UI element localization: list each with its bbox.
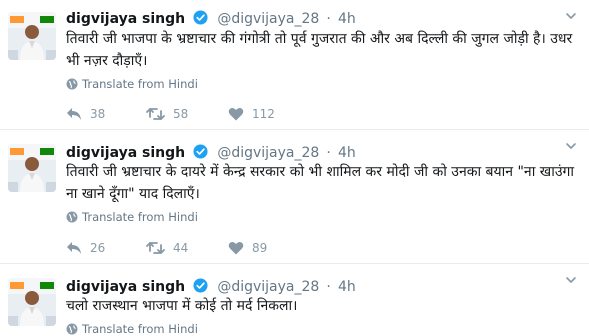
timeline: digvijaya singh @digvijaya_28 · 4h तिवार… <box>0 0 589 336</box>
verified-badge-icon <box>193 10 208 25</box>
chevron-down-icon[interactable] <box>565 10 577 22</box>
tweet-header: digvijaya singh @digvijaya_28 · 4h <box>66 142 356 162</box>
reply-button[interactable]: 38 <box>66 104 105 124</box>
retweet-button[interactable]: 58 <box>146 104 188 124</box>
author-handle[interactable]: @digvijaya_28 <box>217 279 319 295</box>
avatar-image <box>8 144 56 192</box>
translate-label: Translate from Hindi <box>82 322 198 336</box>
separator-dot: · <box>326 279 331 295</box>
tweet[interactable]: digvijaya singh @digvijaya_28 · 4h तिवार… <box>0 130 589 264</box>
timestamp[interactable]: 4h <box>338 145 356 161</box>
like-count: 89 <box>252 241 268 255</box>
author-handle[interactable]: @digvijaya_28 <box>217 145 319 161</box>
tweet-header: digvijaya singh @digvijaya_28 · 4h <box>66 276 356 296</box>
like-count: 112 <box>252 107 275 121</box>
heart-icon <box>228 107 244 121</box>
tweet-text: तिवारी जी भ्रष्टाचार के दायरे में केन्द्… <box>66 164 575 202</box>
tweet-text: चलो राजस्थान भाजपा में कोई तो मर्द निकला… <box>66 298 298 314</box>
like-button[interactable]: 89 <box>228 238 267 258</box>
author-handle[interactable]: @digvijaya_28 <box>217 11 319 27</box>
translate-label: Translate from Hindi <box>82 210 198 224</box>
author-name[interactable]: digvijaya singh <box>66 145 185 161</box>
reply-icon <box>67 108 81 120</box>
tweet-text: तिवारी जी भाजपा के भ्रष्टाचार की गंगोत्र… <box>66 31 573 69</box>
avatar-image <box>8 278 56 326</box>
timestamp[interactable]: 4h <box>338 11 356 27</box>
verified-badge-icon <box>193 278 208 293</box>
translate-link[interactable]: Translate from Hindi <box>66 210 198 224</box>
globe-icon <box>66 323 78 335</box>
avatar-image <box>8 12 56 60</box>
avatar[interactable] <box>8 144 56 192</box>
chevron-down-icon[interactable] <box>565 140 577 152</box>
tweet[interactable]: digvijaya singh @digvijaya_28 · 4h चलो र… <box>0 264 589 336</box>
author-name[interactable]: digvijaya singh <box>66 279 185 295</box>
tweet-header: digvijaya singh @digvijaya_28 · 4h <box>66 8 356 28</box>
author-name[interactable]: digvijaya singh <box>66 11 185 27</box>
reply-icon <box>67 242 81 254</box>
avatar[interactable] <box>8 12 56 60</box>
tweet[interactable]: digvijaya singh @digvijaya_28 · 4h तिवार… <box>0 0 589 130</box>
reply-button[interactable]: 26 <box>66 238 105 258</box>
reply-count: 38 <box>90 107 106 121</box>
verified-badge-icon <box>193 144 208 159</box>
retweet-count: 44 <box>173 241 189 255</box>
avatar[interactable] <box>8 278 56 326</box>
reply-count: 26 <box>90 241 106 255</box>
timestamp[interactable]: 4h <box>338 279 356 295</box>
translate-label: Translate from Hindi <box>82 77 198 91</box>
heart-icon <box>228 241 244 255</box>
translate-link[interactable]: Translate from Hindi <box>66 77 198 91</box>
like-button[interactable]: 112 <box>228 104 275 124</box>
retweet-icon <box>146 242 165 254</box>
retweet-button[interactable]: 44 <box>146 238 188 258</box>
tweet-actions: 38 58 112 <box>66 104 306 124</box>
separator-dot: · <box>326 145 331 161</box>
globe-icon <box>66 211 78 223</box>
tweet-actions: 26 44 89 <box>66 238 306 258</box>
retweet-count: 58 <box>173 107 189 121</box>
globe-icon <box>66 78 78 90</box>
separator-dot: · <box>326 11 331 27</box>
chevron-down-icon[interactable] <box>565 274 577 286</box>
translate-link[interactable]: Translate from Hindi <box>66 322 198 336</box>
retweet-icon <box>146 108 165 120</box>
